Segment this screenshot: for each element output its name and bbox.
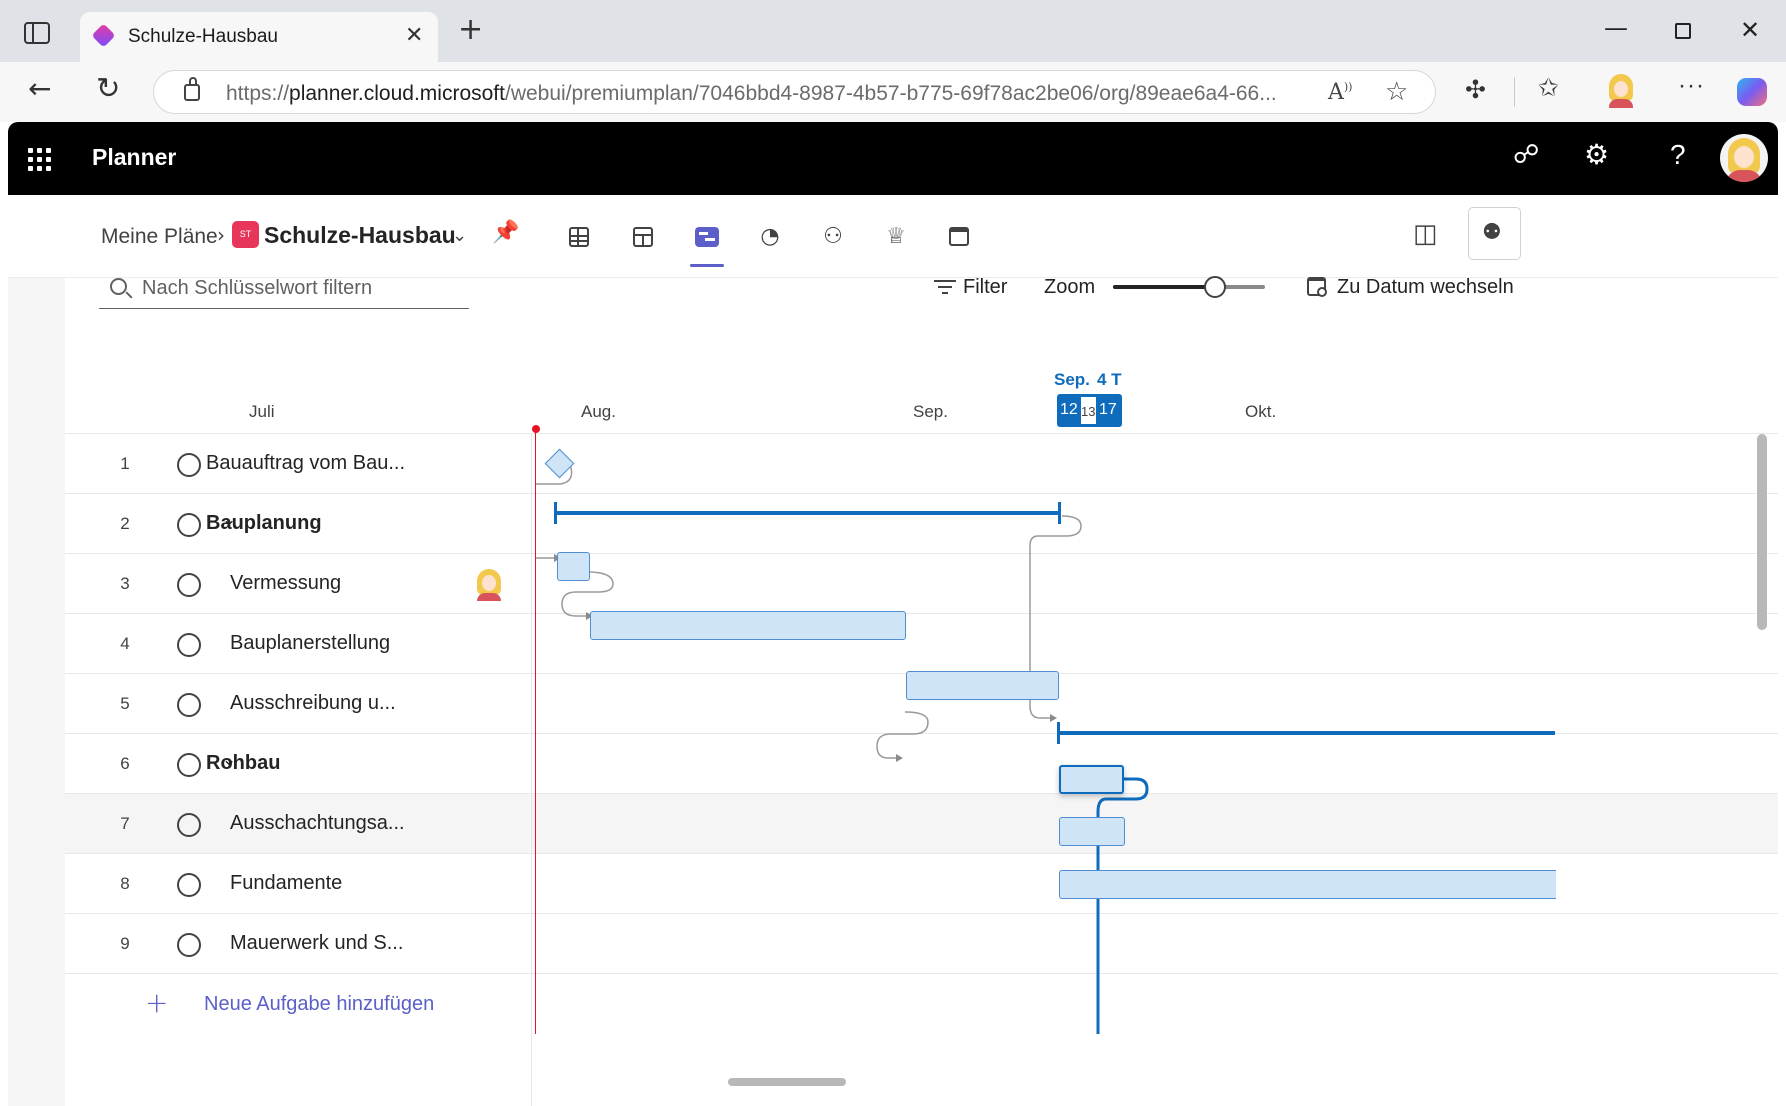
site-info-icon[interactable] — [184, 77, 200, 101]
toolbar-divider — [1514, 77, 1515, 107]
read-aloud-icon[interactable]: A)) — [1328, 80, 1352, 105]
task-bar-ausschachtung[interactable] — [1059, 765, 1124, 794]
new-tab-icon[interactable]: + — [458, 12, 483, 47]
maximize-icon[interactable] — [1675, 23, 1691, 39]
browser-tab-bar: Schulze-Hausbau ✕ + — ✕ — [0, 0, 1786, 62]
back-icon[interactable]: ← — [28, 72, 51, 105]
refresh-icon[interactable]: ↻ — [96, 71, 120, 105]
task-bar-mauerwerk[interactable] — [1059, 870, 1556, 899]
profile-avatar-icon[interactable] — [1606, 74, 1636, 108]
copilot-icon[interactable] — [1737, 78, 1767, 106]
task-bar-bauplanerstellung[interactable] — [590, 611, 906, 640]
planner-app: Planner ☍ ⚙ ? ⇥ Meine Pläne › ST Schulze… — [8, 122, 1778, 1106]
horizontal-scrollbar[interactable] — [728, 1078, 846, 1086]
summary-end-marker — [1058, 502, 1061, 524]
extensions-icon[interactable]: ✣ — [1465, 75, 1486, 104]
task-bar-ausschreibung[interactable] — [906, 671, 1059, 700]
url-text: https://planner.cloud.microsoft/webui/pr… — [226, 82, 1277, 106]
browser-tab-active[interactable]: Schulze-Hausbau ✕ — [80, 12, 438, 62]
tab-actions-icon[interactable] — [24, 22, 50, 44]
url-prefix: https:// — [226, 82, 290, 105]
loop-logo-icon — [91, 23, 116, 48]
favorite-star-icon[interactable]: ☆ — [1385, 77, 1408, 107]
minimize-icon[interactable]: — — [1604, 14, 1628, 42]
summary-bar-bauplanung[interactable] — [554, 511, 1061, 515]
vertical-scrollbar[interactable] — [1757, 434, 1767, 630]
url-host: planner.cloud.microsoft — [289, 82, 505, 105]
close-window-icon[interactable]: ✕ — [1740, 16, 1760, 44]
task-bar-fundamente[interactable] — [1059, 817, 1125, 846]
more-options-icon[interactable]: ··· — [1678, 72, 1705, 100]
task-bar-vermessung[interactable] — [557, 552, 590, 581]
close-tab-icon[interactable]: ✕ — [405, 23, 423, 48]
url-path: /webui/premiumplan/7046bbd4-8987-4b57-b7… — [504, 82, 1277, 105]
browser-address-bar: ← ↻ https://planner.cloud.microsoft/webu… — [0, 62, 1786, 122]
tab-title: Schulze-Hausbau — [128, 26, 278, 47]
favorites-icon[interactable]: ✩ — [1538, 73, 1559, 102]
address-field[interactable]: https://planner.cloud.microsoft/webui/pr… — [153, 70, 1436, 114]
summary-bar-rohbau[interactable] — [1057, 731, 1555, 735]
